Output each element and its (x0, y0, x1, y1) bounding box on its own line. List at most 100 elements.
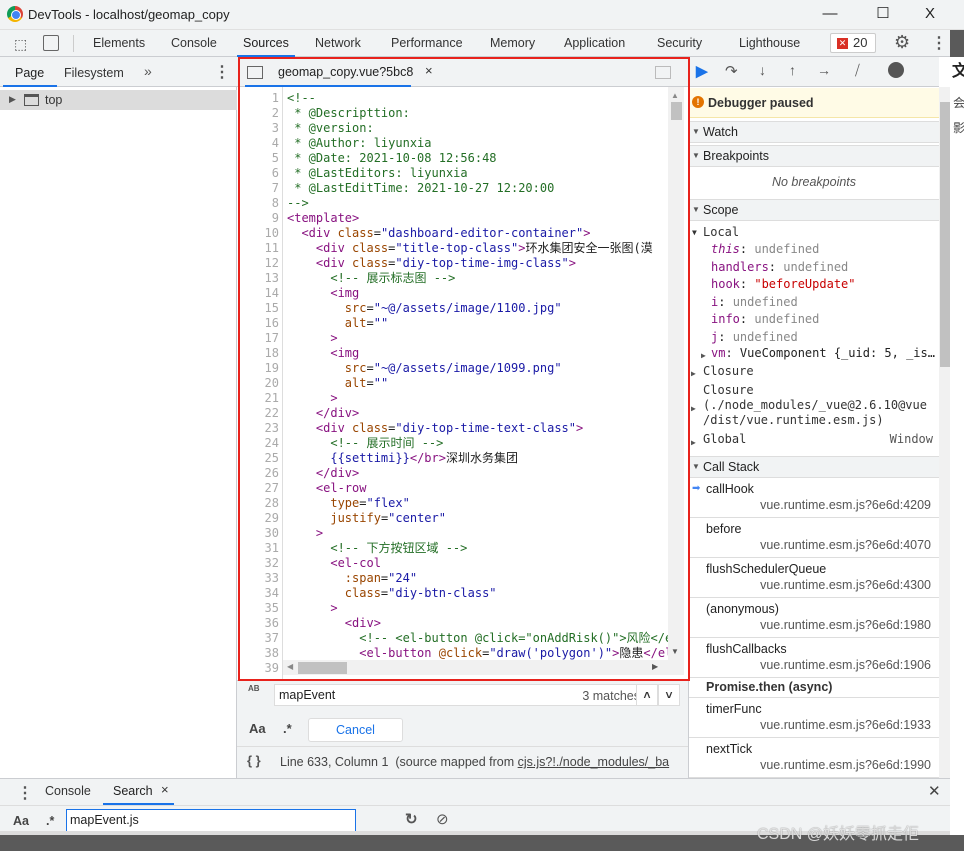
code-line[interactable]: 30 > (237, 526, 669, 541)
expand-arrow-icon[interactable]: ▶ (9, 94, 16, 105)
pretty-print-icon[interactable]: { } (247, 753, 261, 768)
code-line[interactable]: 14 <img (237, 286, 669, 301)
line-number[interactable]: 3 (237, 121, 279, 136)
line-number[interactable]: 15 (237, 301, 279, 316)
scroll-down-arrow-icon[interactable]: ▼ (671, 647, 679, 656)
code-line[interactable]: 19 src="~@/assets/image/1099.png" (237, 361, 669, 376)
line-number[interactable]: 11 (237, 241, 279, 256)
line-number[interactable]: 8 (237, 196, 279, 211)
line-number[interactable]: 28 (237, 496, 279, 511)
code-line[interactable]: 18 <img (237, 346, 669, 361)
line-number[interactable]: 4 (237, 136, 279, 151)
expand-arrow-icon[interactable]: ▶ (691, 434, 696, 451)
drawer-tab-search[interactable]: Search (113, 784, 153, 798)
line-number[interactable]: 36 (237, 616, 279, 631)
close-search-tab-icon[interactable]: × (161, 782, 169, 797)
code-line[interactable]: 34 class="diy-btn-class" (237, 586, 669, 601)
navigator-menu-icon[interactable]: ⋮ (214, 62, 230, 82)
scroll-right-arrow-icon[interactable]: ▶ (652, 662, 658, 671)
code-line[interactable]: 33 :span="24" (237, 571, 669, 586)
line-number[interactable]: 20 (237, 376, 279, 391)
line-number[interactable]: 7 (237, 181, 279, 196)
line-number[interactable]: 38 (237, 646, 279, 661)
pause-on-exceptions-icon[interactable] (888, 62, 904, 78)
code-line[interactable]: 16 alt="" (237, 316, 669, 331)
minimize-button[interactable]: — (815, 3, 845, 25)
drawer-regex-button[interactable]: .* (46, 814, 54, 828)
tab-performance[interactable]: Performance (391, 36, 463, 50)
close-window-button[interactable]: X (915, 3, 945, 25)
line-number[interactable]: 37 (237, 631, 279, 646)
tab-elements[interactable]: Elements (93, 36, 145, 50)
line-number[interactable]: 23 (237, 421, 279, 436)
drawer-match-case-button[interactable]: Aa (13, 814, 29, 828)
code-line[interactable]: 7 * @LastEditTime: 2021-10-27 12:20:00 (237, 181, 669, 196)
toggle-navigator-icon[interactable] (247, 66, 263, 79)
line-number[interactable]: 35 (237, 601, 279, 616)
code-line[interactable]: 35 > (237, 601, 669, 616)
line-number[interactable]: 16 (237, 316, 279, 331)
vertical-scroll-thumb[interactable] (671, 102, 682, 120)
scope-var-handlers[interactable]: handlers: undefined (711, 259, 848, 276)
step-icon[interactable]: → (817, 62, 831, 78)
line-number[interactable]: 30 (237, 526, 279, 541)
line-number[interactable]: 22 (237, 406, 279, 421)
line-number[interactable]: 39 (237, 661, 279, 676)
step-out-icon[interactable]: ↑ (789, 62, 796, 78)
code-view[interactable]: 1 <!-- 2 * @Descripttion: 3 * @version: 4 * … (237, 87, 669, 718)
code-line[interactable]: 2 * @Descripttion: (237, 106, 669, 121)
line-number[interactable]: 14 (237, 286, 279, 301)
line-number[interactable]: 25 (237, 451, 279, 466)
scope-var-hook[interactable]: hook: "beforeUpdate" (711, 276, 856, 293)
scope-section-header[interactable]: Scope (689, 199, 939, 221)
code-line[interactable]: 13 <!-- 展示标志图 --> (237, 271, 669, 286)
line-number[interactable]: 9 (237, 211, 279, 226)
line-number[interactable]: 19 (237, 361, 279, 376)
code-line[interactable]: 37 <!-- <el-button @click="onAddRisk()">… (237, 631, 669, 646)
line-number[interactable]: 6 (237, 166, 279, 181)
code-line[interactable]: 27 <el-row (237, 481, 669, 496)
line-number[interactable]: 33 (237, 571, 279, 586)
call-frame[interactable]: (anonymous) vue.runtime.esm.js?6e6d:1980 (689, 598, 939, 638)
code-line[interactable]: 8 --> (237, 196, 669, 211)
error-count-badge[interactable]: ✕ 20 (830, 33, 876, 53)
clear-search-icon[interactable]: ⊘ (436, 810, 449, 828)
line-number[interactable]: 27 (237, 481, 279, 496)
line-number[interactable]: 18 (237, 346, 279, 361)
scope-var-i[interactable]: i: undefined (711, 294, 798, 311)
step-over-icon[interactable]: ↷ (725, 62, 738, 80)
vertical-scrollbar[interactable]: ▲ ▼ (668, 87, 684, 675)
horizontal-scroll-thumb[interactable] (298, 662, 347, 674)
previous-match-button[interactable]: ˄ (636, 684, 658, 706)
code-line[interactable]: 21 > (237, 391, 669, 406)
toggle-debugger-icon[interactable] (655, 66, 671, 79)
settings-gear-icon[interactable]: ⚙ (894, 32, 910, 53)
call-frame[interactable]: ➡ callHook vue.runtime.esm.js?6e6d:4209 (689, 478, 939, 518)
code-line[interactable]: 5 * @Date: 2021-10-08 12:56:48 (237, 151, 669, 166)
code-line[interactable]: 25 {{settimi}}</br>深圳水务集团 (237, 451, 669, 466)
call-frame[interactable]: nextTick vue.runtime.esm.js?6e6d:1990 (689, 738, 939, 778)
code-line[interactable]: 17 > (237, 331, 669, 346)
tab-console[interactable]: Console (171, 36, 217, 50)
tab-network[interactable]: Network (315, 36, 361, 50)
regex-button[interactable]: .* (283, 721, 292, 736)
line-number[interactable]: 5 (237, 151, 279, 166)
breakpoints-section-header[interactable]: Breakpoints (689, 145, 939, 167)
code-line[interactable]: 28 type="flex" (237, 496, 669, 511)
resume-icon[interactable]: ▶ (696, 62, 708, 80)
match-case-button[interactable]: Aa (249, 721, 266, 736)
tab-security[interactable]: Security (657, 36, 702, 50)
code-line[interactable]: 1 <!-- (237, 91, 669, 106)
refresh-icon[interactable]: ↻ (405, 810, 418, 828)
expand-arrow-icon[interactable]: ▶ (701, 347, 706, 364)
next-match-button[interactable]: ˅ (658, 684, 680, 706)
code-line[interactable]: 9 <template> (237, 211, 669, 226)
line-number[interactable]: 34 (237, 586, 279, 601)
local-scope[interactable]: Local (703, 224, 739, 241)
search-input[interactable]: mapEvent.js (66, 809, 356, 832)
maximize-button[interactable]: ☐ (868, 3, 898, 25)
code-line[interactable]: 3 * @version: (237, 121, 669, 136)
code-line[interactable]: 23 <div class="diy-top-time-text-class"> (237, 421, 669, 436)
tab-application[interactable]: Application (564, 36, 625, 50)
code-line[interactable]: 10 <div class="dashboard-editor-containe… (237, 226, 669, 241)
